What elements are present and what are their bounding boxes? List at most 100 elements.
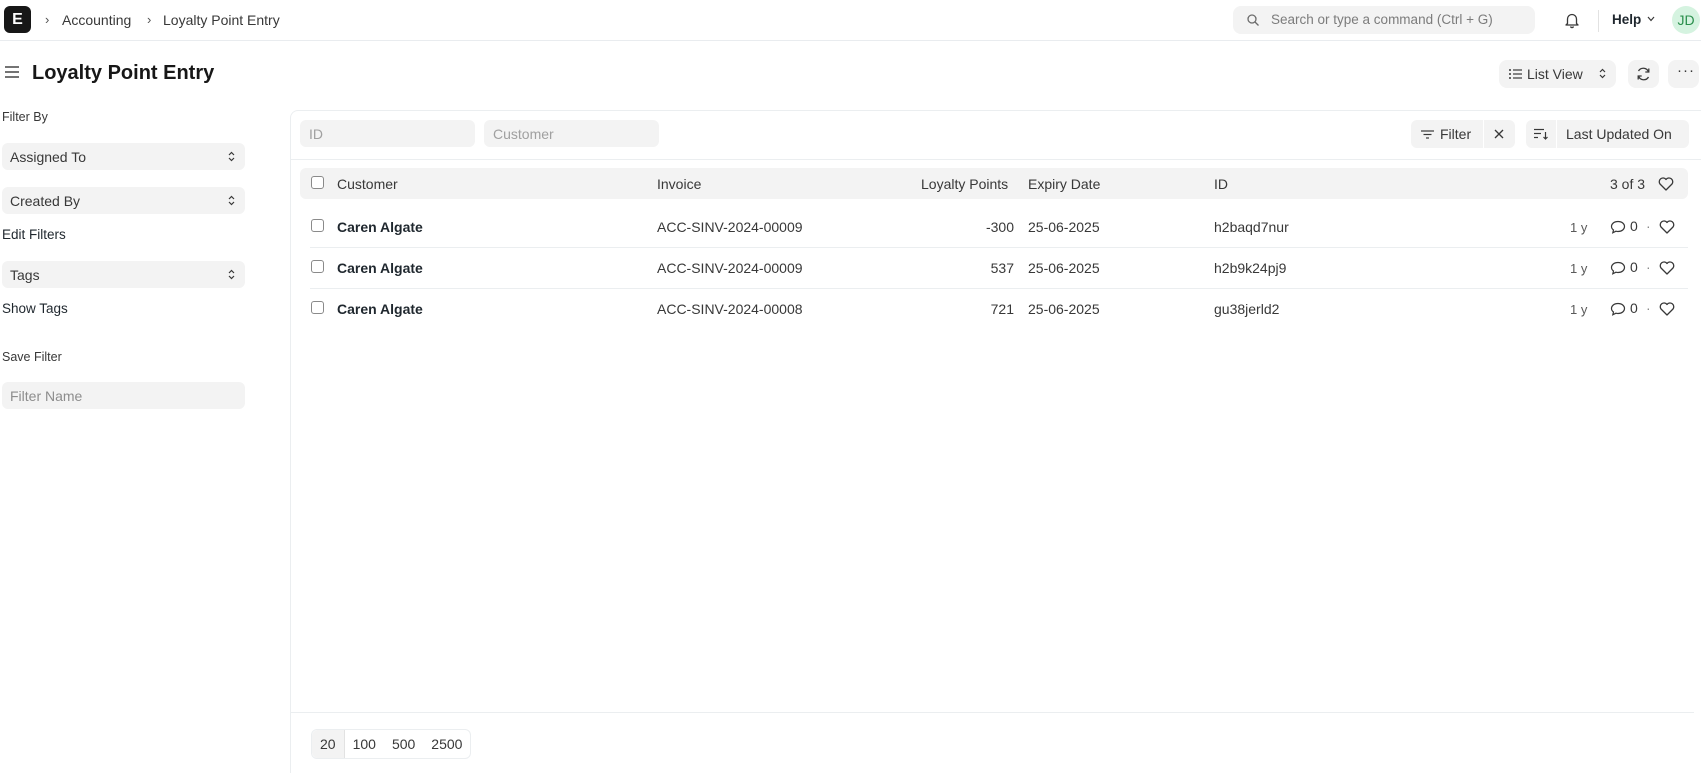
save-filter-label: Save Filter	[2, 350, 62, 364]
page-size-20[interactable]: 20	[312, 730, 345, 758]
refresh-button[interactable]	[1628, 60, 1659, 88]
row-checkbox[interactable]	[311, 301, 324, 314]
refresh-icon	[1637, 67, 1650, 81]
row-checkbox[interactable]	[311, 260, 324, 273]
clear-filters-button[interactable]	[1484, 120, 1515, 148]
assigned-to-label: Assigned To	[10, 149, 87, 165]
row-customer[interactable]: Caren Algate	[337, 260, 423, 276]
separator-dot: ·	[1646, 259, 1651, 275]
show-tags-link[interactable]: Show Tags	[2, 301, 68, 316]
filter-by-label: Filter By	[2, 110, 48, 124]
page-size-2500[interactable]: 2500	[423, 730, 470, 758]
breadcrumb-loyalty-point-entry[interactable]: Loyalty Point Entry	[163, 12, 280, 28]
created-by-label: Created By	[10, 193, 81, 209]
customer-filter-input[interactable]	[484, 120, 659, 147]
row-loyalty-points: 537	[990, 260, 1014, 276]
sidebar-toggle-icon[interactable]	[5, 66, 19, 78]
sort-descending-icon	[1534, 128, 1548, 140]
column-header-customer: Customer	[337, 176, 398, 192]
column-header-invoice: Invoice	[657, 176, 702, 192]
row-expiry-date: 25-06-2025	[1028, 301, 1100, 317]
page-title: Loyalty Point Entry	[32, 62, 215, 84]
filter-area-divider	[291, 159, 1701, 160]
row-comment-count: 0	[1630, 259, 1638, 275]
edit-filters-link[interactable]: Edit Filters	[2, 227, 66, 242]
tags-label: Tags	[10, 267, 40, 283]
tags-select[interactable]: Tags	[2, 261, 245, 288]
select-arrows-icon	[1599, 68, 1606, 79]
column-header-expiry-date: Expiry Date	[1028, 176, 1101, 192]
row-customer[interactable]: Caren Algate	[337, 301, 423, 317]
page-size-500[interactable]: 500	[384, 730, 423, 758]
comment-icon[interactable]	[1610, 220, 1626, 234]
filter-name-input[interactable]	[2, 382, 245, 409]
navbar-divider	[1598, 10, 1599, 32]
row-invoice: ACC-SINV-2024-00009	[657, 219, 803, 235]
heart-icon[interactable]	[1658, 177, 1674, 191]
column-header-loyalty-points: Loyalty Points	[921, 176, 1009, 192]
navbar: E › Accounting › Loyalty Point Entry Sea…	[0, 0, 1701, 41]
id-filter-input[interactable]	[300, 120, 475, 147]
row-id: gu38jerld2	[1214, 301, 1280, 317]
row-loyalty-points: -300	[985, 219, 1014, 235]
row-modified-age: 1 y	[1570, 302, 1588, 317]
list-row[interactable]: Caren Algate ACC-SINV-2024-00008 721 25-…	[300, 289, 1688, 330]
search-bar[interactable]: Search or type a command (Ctrl + G)	[1233, 6, 1535, 34]
comment-icon[interactable]	[1610, 261, 1626, 275]
breadcrumb-chevron-icon: ›	[45, 12, 50, 27]
row-customer[interactable]: Caren Algate	[337, 219, 423, 235]
user-avatar[interactable]: JD	[1672, 6, 1700, 34]
select-arrows-icon	[228, 269, 235, 280]
row-comment-count: 0	[1630, 300, 1638, 316]
separator-dot: ·	[1646, 300, 1651, 316]
row-id: h2b9k24pj9	[1214, 260, 1287, 276]
separator-dot: ·	[1646, 218, 1651, 234]
filter-button-label: Filter	[1440, 126, 1472, 142]
search-icon	[1247, 14, 1259, 26]
breadcrumb-accounting[interactable]: Accounting	[62, 12, 131, 28]
footer-divider	[291, 712, 1694, 713]
breadcrumb-chevron-icon: ›	[147, 12, 152, 27]
row-invoice: ACC-SINV-2024-00008	[657, 301, 803, 317]
help-menu[interactable]: Help	[1612, 12, 1641, 27]
page-size-selector: 20 100 500 2500	[311, 729, 472, 759]
page-size-100[interactable]: 100	[345, 730, 384, 758]
heart-icon[interactable]	[1659, 220, 1675, 234]
row-loyalty-points: 721	[990, 301, 1014, 317]
heart-icon[interactable]	[1659, 302, 1675, 316]
column-header-id: ID	[1214, 176, 1228, 192]
list-header: Customer Invoice Loyalty Points Expiry D…	[300, 168, 1688, 199]
row-modified-age: 1 y	[1570, 220, 1588, 235]
sort-by-label: Last Updated On	[1566, 126, 1672, 142]
comment-icon[interactable]	[1610, 302, 1626, 316]
created-by-select[interactable]: Created By	[2, 187, 245, 214]
record-count: 3 of 3	[1610, 176, 1646, 192]
row-id: h2baqd7nur	[1214, 219, 1289, 235]
heart-icon[interactable]	[1659, 261, 1675, 275]
filter-button[interactable]: Filter	[1411, 120, 1483, 148]
list-icon	[1509, 69, 1522, 79]
close-icon	[1494, 129, 1504, 139]
list-row[interactable]: Caren Algate ACC-SINV-2024-00009 537 25-…	[300, 248, 1688, 289]
more-icon: ···	[1677, 62, 1695, 79]
list-row[interactable]: Caren Algate ACC-SINV-2024-00009 -300 25…	[300, 207, 1688, 248]
filter-icon	[1421, 130, 1434, 139]
chevron-down-icon[interactable]	[1647, 16, 1655, 22]
select-all-checkbox[interactable]	[311, 176, 324, 189]
view-switcher-button[interactable]: List View	[1499, 60, 1616, 88]
row-checkbox[interactable]	[311, 219, 324, 232]
sort-order-button[interactable]	[1526, 120, 1556, 148]
more-actions-button[interactable]: ···	[1668, 60, 1699, 88]
row-expiry-date: 25-06-2025	[1028, 219, 1100, 235]
search-placeholder: Search or type a command (Ctrl + G)	[1271, 12, 1493, 27]
row-expiry-date: 25-06-2025	[1028, 260, 1100, 276]
select-arrows-icon	[228, 151, 235, 162]
row-modified-age: 1 y	[1570, 261, 1588, 276]
sort-by-button[interactable]: Last Updated On	[1557, 120, 1689, 148]
row-comment-count: 0	[1630, 218, 1638, 234]
view-switcher-label: List View	[1527, 66, 1583, 82]
assigned-to-select[interactable]: Assigned To	[2, 143, 245, 170]
app-logo[interactable]: E	[4, 6, 31, 33]
notification-bell-icon[interactable]	[1563, 11, 1581, 29]
row-invoice: ACC-SINV-2024-00009	[657, 260, 803, 276]
